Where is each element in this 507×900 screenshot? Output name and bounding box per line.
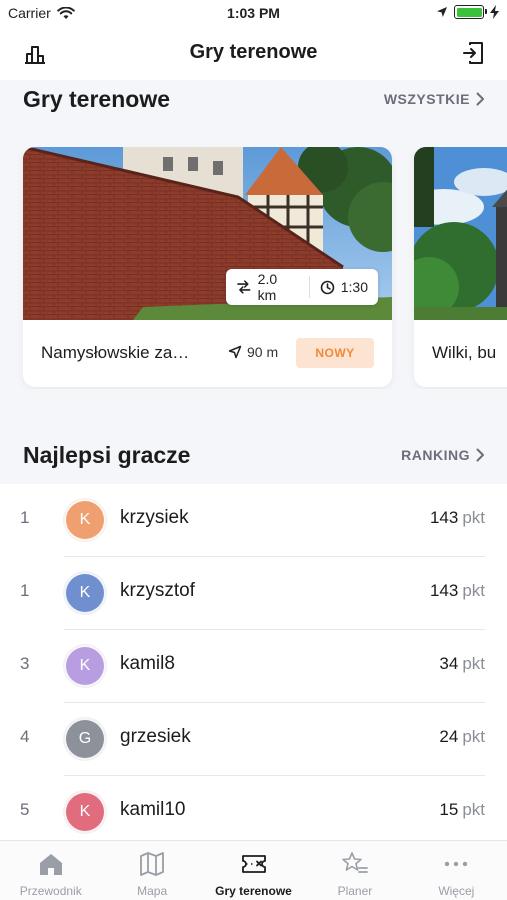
tab-wiecej[interactable]: Więcej bbox=[406, 841, 507, 900]
avatar: K bbox=[64, 645, 106, 687]
tab-label: Przewodnik bbox=[19, 884, 82, 898]
players-section-header: Najlepsi gracze RANKING bbox=[23, 440, 485, 470]
leaderboard-row[interactable]: 1 K krzysiek 143 pkt bbox=[0, 484, 507, 557]
game-length: 2.0 km bbox=[257, 271, 278, 303]
score-unit: pkt bbox=[462, 727, 485, 746]
tab-label: Gry terenowe bbox=[215, 884, 292, 898]
score-unit: pkt bbox=[462, 508, 485, 527]
tab-label: Mapa bbox=[137, 884, 168, 898]
game-distance-value: 90 m bbox=[247, 344, 279, 360]
home-icon bbox=[39, 854, 62, 875]
avatar: K bbox=[64, 499, 106, 541]
ranking-label: RANKING bbox=[401, 447, 470, 463]
game-card-image bbox=[414, 147, 507, 320]
battery-icon bbox=[454, 5, 487, 19]
score-value: 34 bbox=[439, 654, 459, 673]
game-meta-pill: 2.0 km 1:30 bbox=[226, 269, 378, 305]
player-name: kamil10 bbox=[120, 799, 186, 820]
chevron-right-icon bbox=[476, 92, 484, 106]
player-rank: 3 bbox=[20, 654, 30, 673]
chevron-right-icon bbox=[476, 448, 484, 462]
games-carousel[interactable]: 2.0 km 1:30 Namysłowskie za… 90 m NOWY W… bbox=[0, 147, 507, 389]
page-title: Gry terenowe bbox=[189, 41, 318, 63]
location-arrow-icon bbox=[228, 345, 242, 359]
ranking-link[interactable]: RANKING bbox=[401, 447, 485, 463]
game-card-image: 2.0 km 1:30 bbox=[23, 147, 392, 320]
tab-label: Planer bbox=[337, 884, 373, 898]
status-bar: Carrier 1:03 PM bbox=[0, 0, 507, 28]
player-score: 143 pkt bbox=[430, 508, 485, 528]
tab-planer[interactable]: Planer bbox=[304, 841, 405, 900]
player-name: grzesiek bbox=[120, 726, 191, 747]
logout-icon[interactable] bbox=[461, 40, 485, 66]
see-all-label: WSZYSTKIE bbox=[383, 91, 470, 107]
player-name: kamil8 bbox=[120, 653, 175, 674]
game-name: Wilki, bu bbox=[432, 343, 497, 362]
game-duration: 1:30 bbox=[340, 279, 368, 295]
game-ticket-icon bbox=[241, 855, 266, 873]
leaderboard-row[interactable]: 3 K kamil8 34 pkt bbox=[0, 630, 507, 703]
star-list-icon bbox=[342, 852, 368, 873]
tab-przewodnik[interactable]: Przewodnik bbox=[0, 841, 101, 900]
player-name: krzysztof bbox=[120, 580, 195, 601]
score-value: 15 bbox=[439, 800, 459, 819]
tab-bar: Przewodnik Mapa Gry terenowe Planer Więc… bbox=[0, 840, 507, 900]
avatar: K bbox=[64, 572, 106, 614]
more-icon bbox=[445, 861, 468, 867]
game-card[interactable]: Wilki, bu bbox=[414, 147, 507, 387]
game-name: Namysłowskie za… bbox=[41, 343, 190, 362]
leaderboard-row[interactable]: 5 K kamil10 15 pkt bbox=[0, 776, 507, 840]
score-unit: pkt bbox=[462, 654, 485, 673]
clock-icon bbox=[320, 280, 335, 294]
players-section-title: Najlepsi gracze bbox=[23, 441, 191, 468]
games-section-title: Gry terenowe bbox=[23, 85, 170, 112]
navigation-bar: Gry terenowe bbox=[0, 28, 507, 80]
player-rank: 5 bbox=[20, 800, 30, 819]
leaderboard: 1 K krzysiek 143 pkt 1 K krzysztof 143 pkt… bbox=[0, 484, 507, 840]
score-unit: pkt bbox=[462, 800, 485, 819]
player-rank: 4 bbox=[20, 727, 30, 746]
score-unit: pkt bbox=[462, 581, 485, 600]
score-value: 143 bbox=[429, 508, 459, 527]
map-icon bbox=[140, 852, 165, 876]
see-all-link[interactable]: WSZYSTKIE bbox=[384, 91, 485, 107]
player-rank: 1 bbox=[20, 581, 30, 600]
games-section-header: Gry terenowe WSZYSTKIE bbox=[23, 84, 485, 114]
player-score: 24 pkt bbox=[439, 727, 485, 747]
tab-label: Więcej bbox=[438, 884, 475, 898]
score-value: 143 bbox=[429, 581, 459, 600]
battery-fill bbox=[456, 7, 482, 17]
player-score: 143 pkt bbox=[430, 581, 485, 601]
score-value: 24 bbox=[439, 727, 459, 746]
player-name: krzysiek bbox=[120, 507, 189, 528]
leaderboard-row[interactable]: 4 G grzesiek 24 pkt bbox=[0, 703, 507, 776]
tab-mapa[interactable]: Mapa bbox=[101, 841, 202, 900]
avatar: K bbox=[64, 791, 106, 833]
game-card-info: Wilki, bu bbox=[414, 320, 507, 387]
game-card[interactable]: 2.0 km 1:30 Namysłowskie za… 90 m NOWY bbox=[23, 147, 392, 387]
tab-gry-terenowe[interactable]: Gry terenowe bbox=[203, 841, 304, 900]
game-distance: 90 m bbox=[228, 344, 278, 360]
player-rank: 1 bbox=[20, 508, 30, 527]
new-badge: NOWY bbox=[296, 338, 374, 368]
route-icon bbox=[237, 280, 251, 294]
location-arrow-icon bbox=[437, 7, 447, 17]
charging-bolt-icon bbox=[490, 5, 499, 19]
player-score: 15 pkt bbox=[439, 800, 485, 820]
status-time: 1:03 PM bbox=[227, 5, 280, 21]
leaderboard-row[interactable]: 1 K krzysztof 143 pkt bbox=[0, 557, 507, 630]
player-score: 34 pkt bbox=[439, 654, 485, 674]
avatar: G bbox=[64, 718, 106, 760]
game-card-info: Namysłowskie za… 90 m NOWY bbox=[23, 320, 392, 387]
